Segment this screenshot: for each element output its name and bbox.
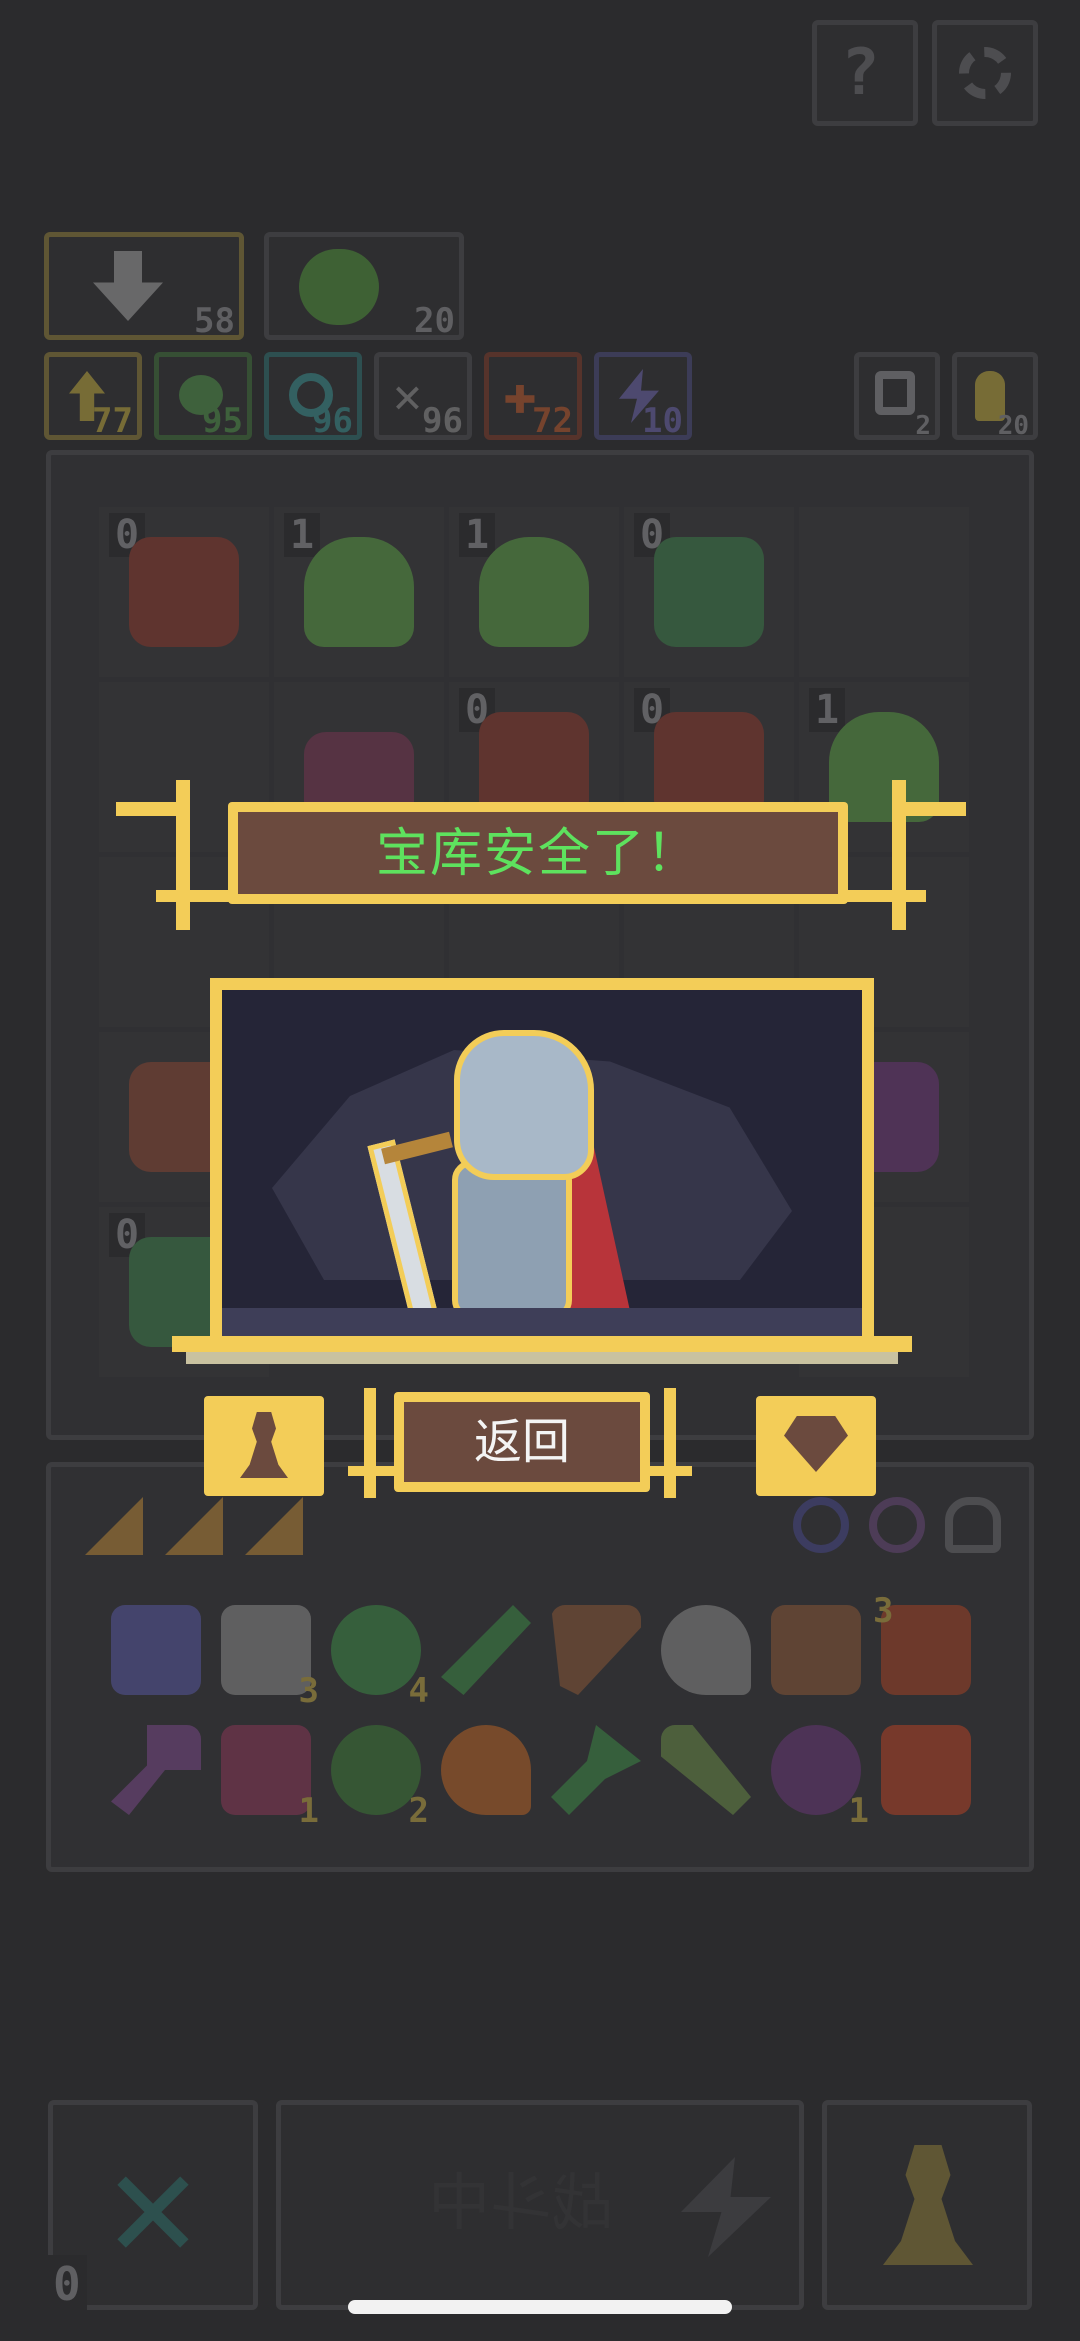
stat-nature: 95 [154,352,252,441]
fire-card-icon[interactable] [881,1725,971,1815]
monster-face-icon[interactable]: 1 [771,1725,869,1831]
grid-cell[interactable]: 1 [449,507,619,677]
slime-value: 20 [414,301,455,341]
inventory-panel: 3 4 3 1 2 1 [46,1462,1034,1872]
grid-cell[interactable] [799,507,969,677]
back-button-post-left [364,1388,376,1498]
red-dragon-icon [129,537,239,647]
helmet-icon[interactable] [945,1497,1001,1553]
hero-button[interactable] [822,2100,1032,2310]
loop-icon [875,371,915,415]
scene-frame-base-shadow [186,1352,898,1364]
arrow-icon[interactable] [661,1725,751,1815]
green-slime-icon [304,537,414,647]
scene-frame [210,978,874,1350]
gem-button-bg [756,1396,876,1496]
arrow-down-icon [93,251,163,321]
grid-cell[interactable]: 1 [274,507,444,677]
question-icon: ? [841,36,880,110]
ring-icon[interactable] [869,1497,925,1553]
grid-cell[interactable]: 0 [99,507,269,677]
potion-icon[interactable]: 1 [221,1725,319,1831]
lightning-card-icon[interactable]: 3 [873,1591,971,1695]
floor [222,1308,862,1338]
back-button-post-right [664,1388,676,1498]
treasure-basket-icon[interactable] [771,1605,861,1695]
stat-combat: ✕ 96 [374,352,472,441]
gem-button[interactable] [756,1396,876,1496]
vault-safe-popup: 宝库安全了！ 返回 [116,780,966,1500]
card-icon[interactable] [245,1497,303,1555]
grid-cell[interactable]: 0 [624,507,794,677]
attack-resource: 58 [44,232,244,341]
cross-icon: ✕ [107,2118,199,2292]
card-icon[interactable] [165,1497,223,1555]
green-slime-icon [299,249,379,325]
green-axe-icon[interactable] [551,1725,641,1815]
bone-hook-icon[interactable] [661,1605,751,1695]
back-button-label: 返回 [473,1414,570,1470]
banner-right-post [896,802,966,816]
scene-frame-base [172,1336,912,1352]
stat-lightning: 10 [594,352,692,441]
equipment-slots [793,1497,1013,1567]
inventory-row-2: 1 2 1 [111,1715,1011,1831]
slingshot-icon[interactable] [551,1605,641,1695]
cancel-count: 0 [47,2255,87,2313]
pawn-icon [883,2145,973,2265]
back-button[interactable]: 返回 [394,1392,650,1492]
stat-water: 96 [264,352,362,441]
back-button-inner: 返回 [404,1402,640,1482]
gear-icon [959,47,1011,99]
knight-body [452,1160,572,1320]
banner-plate: 宝库安全了！ [228,802,848,904]
green-sprout-icon[interactable]: 2 [331,1725,429,1831]
slime-resource: 20 [264,232,464,341]
popup-title: 宝库安全了！ [375,824,700,884]
scroll-icon[interactable]: 3 [221,1605,319,1711]
card-icon[interactable] [85,1497,143,1555]
orange-hook-icon[interactable] [441,1725,531,1815]
pawn-icon [240,1412,288,1478]
knight-scene [222,990,862,1338]
green-gem-icon[interactable]: 4 [331,1605,429,1711]
purple-axe-icon[interactable] [111,1725,201,1815]
banner-left-post [176,780,190,930]
stats-row: 77 95 96 ✕ 96 ✚ 72 10 [44,352,724,444]
green-sword-icon[interactable] [441,1605,531,1695]
card-slots [85,1497,345,1567]
green-totem-icon [654,537,764,647]
stat-attack: 77 [44,352,142,441]
stat-loop: 2 [854,352,940,441]
ring-icon[interactable] [793,1497,849,1553]
cancel-button[interactable]: ✕ 0 [47,2100,258,2313]
battle-button[interactable]: 战斗中 [276,2100,804,2310]
profile-button[interactable] [204,1396,324,1496]
help-button[interactable]: ? [812,20,918,126]
lightning-icon [681,2157,771,2257]
knight-helmet [454,1030,594,1180]
green-slime-icon [479,537,589,647]
inventory-row-1: 3 4 3 [111,1591,1011,1711]
banner-right-post [892,780,906,930]
attack-value: 58 [194,301,235,341]
home-indicator[interactable] [348,2300,732,2314]
gem-icon [784,1416,848,1472]
battle-label: 战斗中 [428,2166,615,2239]
settings-button[interactable] [932,20,1038,126]
banner-plate-inner: 宝库安全了！ [238,812,838,894]
profile-button-bg [204,1396,324,1496]
mask-icon[interactable] [111,1605,201,1695]
stat-fire: ✚ 72 [484,352,582,441]
stat-key: 20 [952,352,1038,441]
